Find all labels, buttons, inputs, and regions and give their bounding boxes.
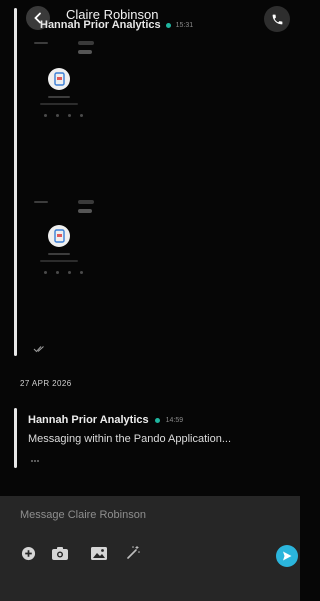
online-status-dot	[165, 22, 171, 28]
camera-button[interactable]	[50, 543, 70, 563]
plus-icon	[21, 546, 35, 560]
image-attachment[interactable]	[30, 36, 110, 131]
more-dots-icon	[31, 460, 39, 462]
read-receipt-icon	[33, 346, 44, 353]
message-preview[interactable]: Messaging within the Pando Application..…	[28, 433, 231, 445]
date-separator: 27 APR 2026	[20, 379, 72, 388]
camera-icon	[52, 546, 68, 560]
online-status-dot	[154, 417, 160, 423]
image-icon	[91, 546, 107, 560]
gallery-button[interactable]	[89, 543, 109, 563]
send-button[interactable]	[276, 545, 298, 567]
app-icon	[48, 68, 70, 90]
send-icon	[283, 551, 292, 561]
thread-indicator	[14, 408, 17, 468]
add-button[interactable]	[18, 543, 38, 563]
thread-sender-row: Hannah Prior Analytics 15:31	[40, 19, 193, 31]
thread-indicator	[14, 8, 17, 356]
message-time: 14:59	[165, 416, 184, 424]
thread-sender-name: Hannah Prior Analytics	[40, 19, 161, 31]
effects-button[interactable]	[123, 543, 143, 563]
message-input[interactable]	[0, 504, 280, 526]
app-icon	[48, 225, 70, 247]
call-button[interactable]	[264, 6, 290, 32]
image-attachment[interactable]	[30, 195, 110, 290]
message-sender-row: Hannah Prior Analytics 14:59	[28, 414, 183, 426]
thread-time: 15:31	[175, 21, 194, 29]
magic-wand-icon	[127, 546, 140, 559]
message-sender-name: Hannah Prior Analytics	[28, 414, 149, 426]
phone-icon	[272, 14, 282, 24]
